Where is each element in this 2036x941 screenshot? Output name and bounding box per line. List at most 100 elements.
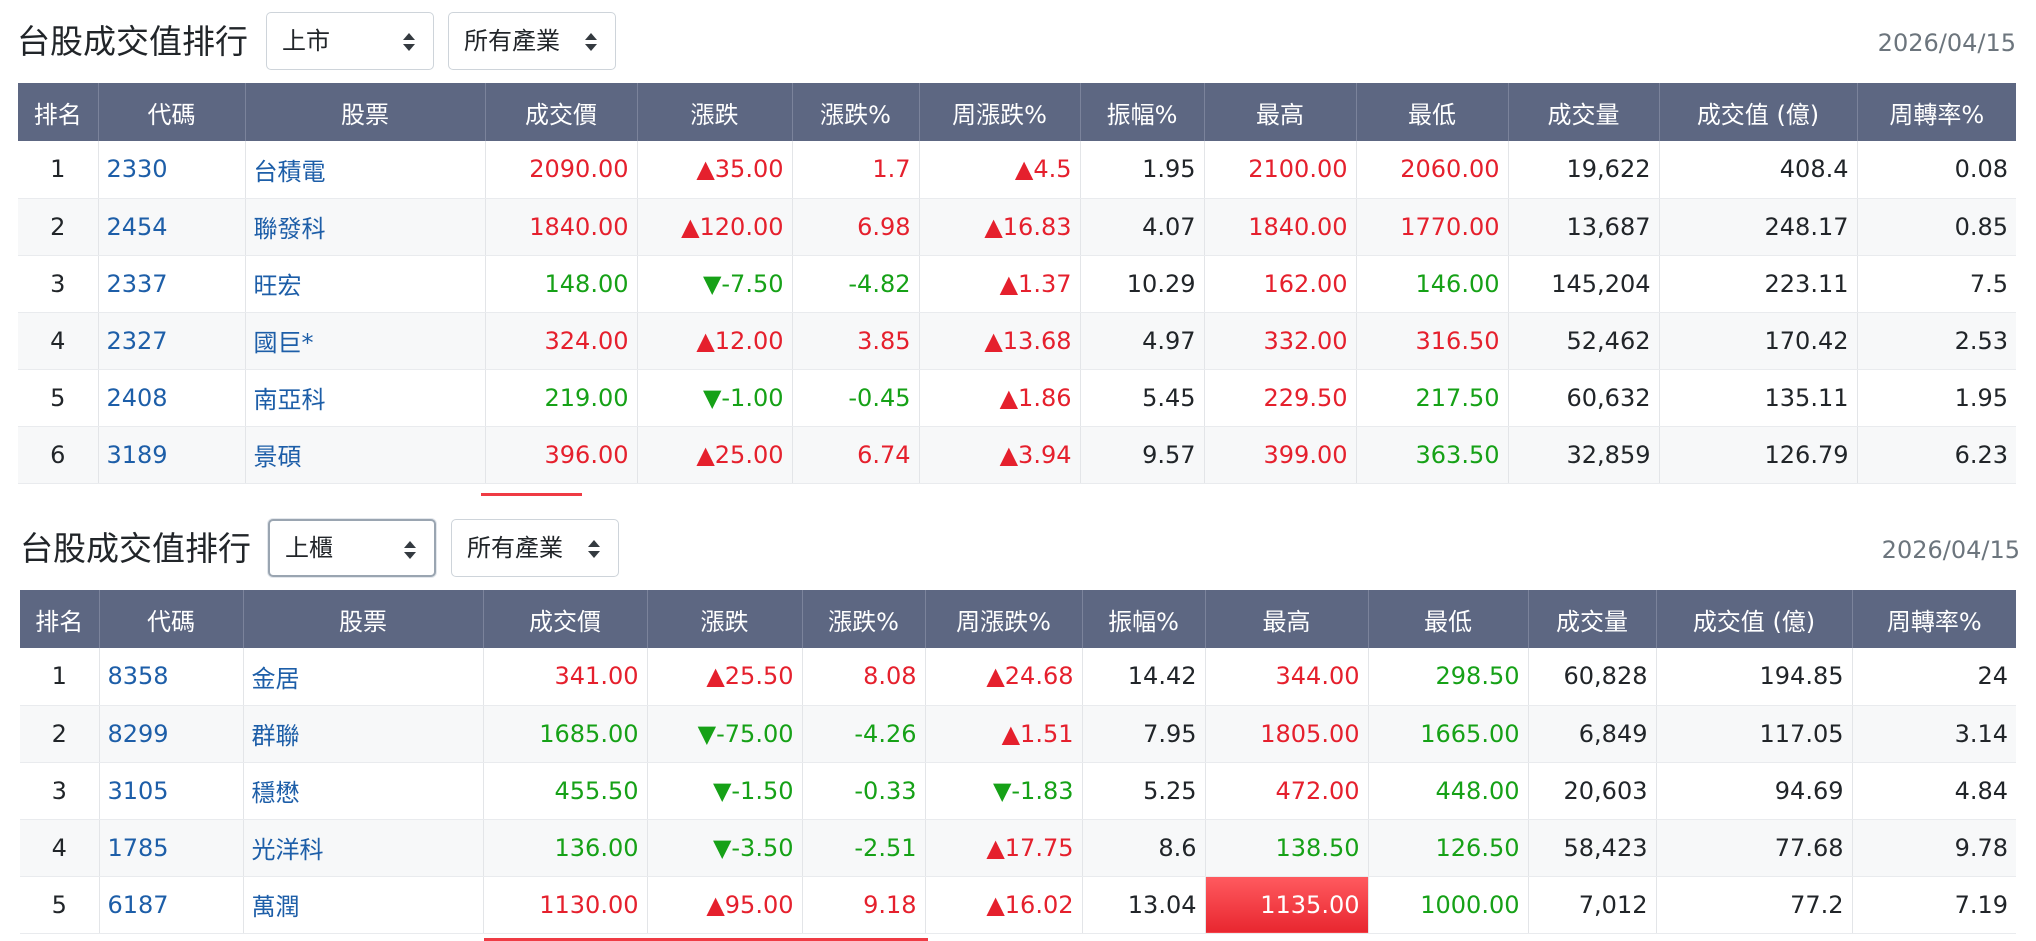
code-header: 代碼 [98,83,246,141]
volume-cell: 20,603 [1528,762,1657,820]
rank-cell: 2 [20,705,100,763]
change-cell: ▼-7.50 [637,255,793,313]
stock-name-link[interactable]: 穩懋 [243,762,484,820]
turnover-rate-cell: 0.08 [1857,141,2016,199]
stock-code-link[interactable]: 6187 [99,876,244,934]
table-header-row: 排名 代碼 股票 成交價 漲跌 漲跌% 周漲跌% 振幅% 最高 最低 成交量 成交值 (億) 周轉率% [20,590,2016,648]
ranking-table: 排名 代碼 股票 成交價 漲跌 漲跌% 周漲跌% 振幅% 最高 最低 成交量 成交值 (億) 周轉率% … [20,590,2016,934]
market-select[interactable]: 上市 [266,12,434,70]
volume-cell: 60,632 [1508,369,1660,427]
change-pct-cell: 8.08 [802,648,926,706]
high-cell: 229.50 [1204,369,1357,427]
stock-name-link[interactable]: 群聯 [243,705,484,763]
stock-code-link[interactable]: 2327 [98,312,246,370]
select-arrows-icon [404,541,416,559]
turnover-cell: 94.69 [1656,762,1853,820]
turnover-rate-header: 周轉率% [1857,83,2016,141]
volume-cell: 58,423 [1528,819,1657,877]
high-cell: 399.00 [1204,426,1357,484]
stock-code-link[interactable]: 8358 [99,648,244,706]
price-cell: 341.00 [483,648,648,706]
week-change-cell: ▲3.94 [919,426,1081,484]
amplitude-cell: 8.6 [1082,819,1206,877]
price-cell: 396.00 [485,426,638,484]
stock-name-link[interactable]: 國巨* [245,312,486,370]
change-pct-cell: -0.33 [802,762,926,820]
high-cell: 2100.00 [1204,141,1357,199]
ranking-section-otc: 台股成交值排行 上櫃 所有產業 2026/04/15 排名 代碼 股票 成交價 漲跌 漲跌… [0,507,2036,941]
change-cell: ▲25.00 [637,426,793,484]
stock-code-link[interactable]: 8299 [99,705,244,763]
rank-cell: 2 [18,198,99,256]
table-row[interactable]: 2 8299 群聯 1685.00 ▼-75.00 -4.26 ▲1.51 7.95 1805.… [20,705,2016,763]
stock-code-link[interactable]: 2337 [98,255,246,313]
volume-cell: 52,462 [1508,312,1660,370]
table-row[interactable]: 3 2337 旺宏 148.00 ▼-7.50 -4.82 ▲1.37 10.29 162.00… [18,255,2016,313]
industry-select-value: 所有產業 [464,27,560,55]
turnover-header: 成交值 (億) [1656,590,1853,648]
stock-name-link[interactable]: 南亞科 [245,369,486,427]
stock-name-link[interactable]: 聯發科 [245,198,486,256]
stock-code-link[interactable]: 2454 [98,198,246,256]
stock-code-link[interactable]: 2330 [98,141,246,199]
volume-cell: 13,687 [1508,198,1660,256]
stock-name-link[interactable]: 景碩 [245,426,486,484]
high-cell: 1135.00 [1205,876,1369,934]
amplitude-cell: 4.97 [1080,312,1205,370]
amplitude-cell: 9.57 [1080,426,1205,484]
amplitude-cell: 4.07 [1080,198,1205,256]
low-header: 最低 [1368,590,1529,648]
stock-code-link[interactable]: 2408 [98,369,246,427]
stock-header: 股票 [243,590,484,648]
table-row[interactable]: 1 2330 台積電 2090.00 ▲35.00 1.7 ▲4.5 1.95 2100.00 2… [18,141,2016,199]
change-pct-cell: 9.18 [802,876,926,934]
change-cell: ▼-1.50 [647,762,803,820]
stock-code-link[interactable]: 1785 [99,819,244,877]
high-header: 最高 [1204,83,1357,141]
turnover-cell: 117.05 [1656,705,1853,763]
amplitude-cell: 1.95 [1080,141,1205,199]
change-pct-header: 漲跌% [802,590,926,648]
change-cell: ▲120.00 [637,198,793,256]
industry-select[interactable]: 所有產業 [448,12,616,70]
industry-select[interactable]: 所有產業 [451,519,619,577]
rank-cell: 4 [18,312,99,370]
volume-cell: 19,622 [1508,141,1660,199]
table-row[interactable]: 5 2408 南亞科 219.00 ▼-1.00 -0.45 ▲1.86 5.45 229.50… [18,369,2016,427]
stock-code-link[interactable]: 3105 [99,762,244,820]
table-row[interactable]: 1 8358 金居 341.00 ▲25.50 8.08 ▲24.68 14.42 344.00… [20,648,2016,706]
table-row[interactable]: 4 2327 國巨* 324.00 ▲12.00 3.85 ▲13.68 4.97 332.00… [18,312,2016,370]
change-cell: ▲25.50 [647,648,803,706]
table-row[interactable]: 2 2454 聯發科 1840.00 ▲120.00 6.98 ▲16.83 4.07 1840… [18,198,2016,256]
stock-code-link[interactable]: 3189 [98,426,246,484]
ranking-table: 排名 代碼 股票 成交價 漲跌 漲跌% 周漲跌% 振幅% 最高 最低 成交量 成交值 (億) 周轉率% … [18,83,2016,484]
week-change-cell: ▲1.86 [919,369,1081,427]
volume-header: 成交量 [1528,590,1657,648]
stock-name-link[interactable]: 金居 [243,648,484,706]
table-row[interactable]: 5 6187 萬潤 1130.00 ▲95.00 9.18 ▲16.02 13.04 1135.… [20,876,2016,934]
price-cell: 2090.00 [485,141,638,199]
change-pct-cell: 6.74 [792,426,920,484]
market-select[interactable]: 上櫃 [268,519,436,577]
data-date: 2026/04/15 [1881,536,2020,564]
table-header-row: 排名 代碼 股票 成交價 漲跌 漲跌% 周漲跌% 振幅% 最高 最低 成交量 成交值 (億) 周轉率% [18,83,2016,141]
stock-name-link[interactable]: 旺宏 [245,255,486,313]
turnover-cell: 223.11 [1659,255,1858,313]
turnover-rate-cell: 1.95 [1857,369,2016,427]
stock-name-link[interactable]: 萬潤 [243,876,484,934]
low-cell: 146.00 [1356,255,1509,313]
volume-cell: 145,204 [1508,255,1660,313]
low-cell: 2060.00 [1356,141,1509,199]
turnover-cell: 170.42 [1659,312,1858,370]
scroll-indicator [481,493,582,496]
rank-cell: 3 [18,255,99,313]
table-row[interactable]: 4 1785 光洋科 136.00 ▼-3.50 -2.51 ▲17.75 8.6 138.50… [20,819,2016,877]
stock-name-link[interactable]: 光洋科 [243,819,484,877]
stock-name-link[interactable]: 台積電 [245,141,486,199]
code-header: 代碼 [99,590,244,648]
price-cell: 136.00 [483,819,648,877]
table-body: 1 2330 台積電 2090.00 ▲35.00 1.7 ▲4.5 1.95 2100.00 2… [18,141,2016,484]
table-row[interactable]: 3 3105 穩懋 455.50 ▼-1.50 -0.33 ▼-1.83 5.25 472.00… [20,762,2016,820]
table-row[interactable]: 6 3189 景碩 396.00 ▲25.00 6.74 ▲3.94 9.57 399.00 36… [18,426,2016,484]
turnover-rate-cell: 2.53 [1857,312,2016,370]
